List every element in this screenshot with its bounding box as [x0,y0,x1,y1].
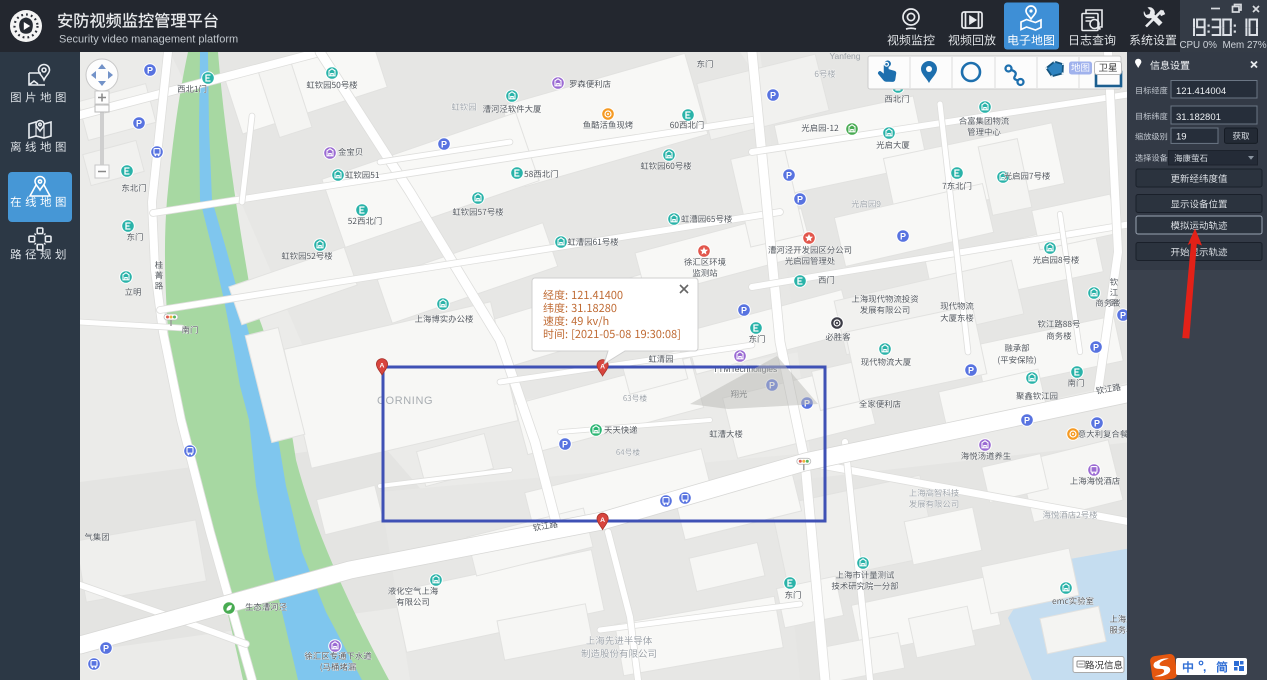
svg-text:P: P [1094,418,1100,428]
svg-text:P: P [562,439,568,449]
svg-text:P: P [136,118,142,128]
svg-text:P: P [786,170,792,180]
svg-text:19: 19 [1176,132,1187,143]
svg-text:P: P [797,194,803,204]
svg-text:P: P [1024,415,1030,425]
svg-text:P: P [741,305,747,315]
svg-text:Security video management plat: Security video management platform [59,34,238,46]
svg-text:P: P [770,90,776,100]
svg-text:A: A [600,363,605,370]
svg-text:121.414004: 121.414004 [1176,86,1226,97]
svg-text:CPU 0% Mem 27%: CPU 0% Mem 27% [1179,40,1266,51]
svg-text:P: P [103,643,109,653]
svg-text:A: A [380,362,385,369]
svg-text:P: P [900,231,906,241]
svg-text:Yanfeng: Yanfeng [829,51,860,61]
svg-text:,: , [1203,660,1206,674]
svg-text:P: P [1120,310,1126,320]
svg-text:A: A [600,517,605,524]
svg-text:P: P [968,365,974,375]
svg-text:P: P [441,139,447,149]
svg-text:CORNING: CORNING [377,395,433,407]
svg-text:P: P [1093,342,1099,352]
svg-text:P: P [147,65,153,75]
svg-text:31.182801: 31.182801 [1176,112,1221,123]
